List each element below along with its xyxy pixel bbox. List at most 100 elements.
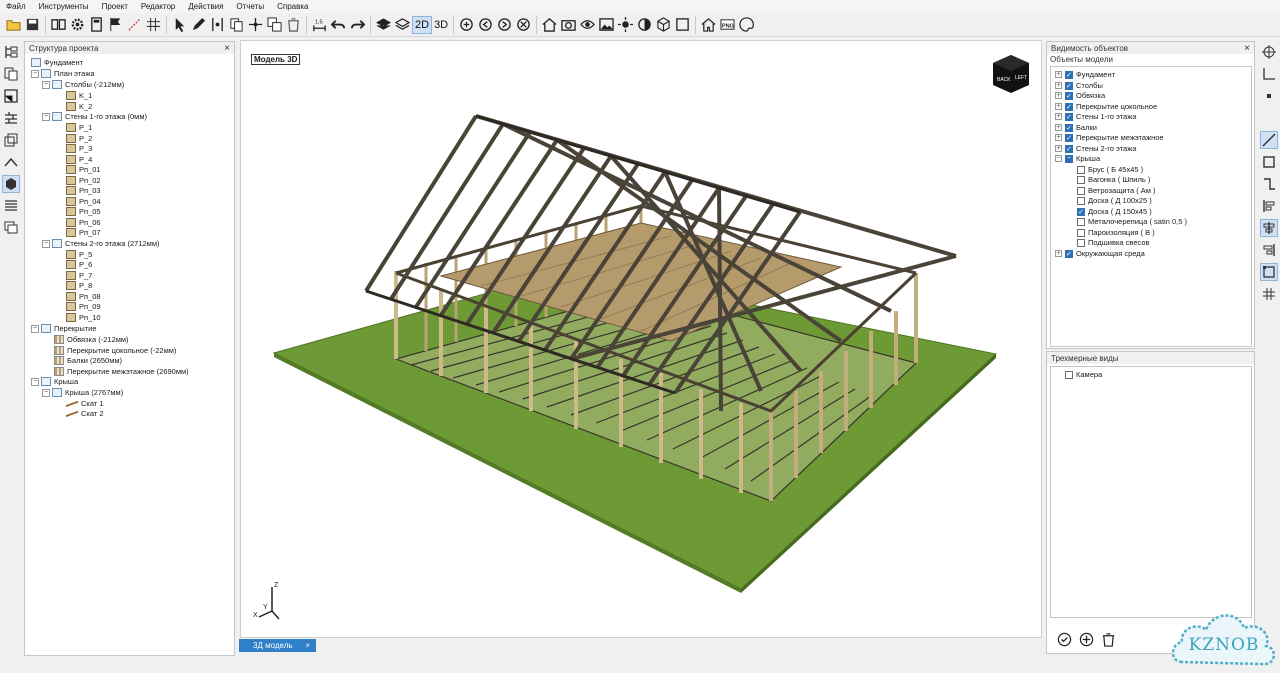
structure-tree-icon[interactable] [2, 43, 20, 61]
objects-icon[interactable] [2, 131, 20, 149]
checkbox-checked[interactable]: ✓ [1065, 102, 1073, 111]
checkbox-unchecked[interactable] [1077, 217, 1085, 226]
expand-icon[interactable]: + [1055, 82, 1062, 89]
expand-icon[interactable]: + [1055, 124, 1062, 131]
frame-icon[interactable] [673, 16, 691, 34]
tab-3d-model[interactable]: 3Д модель × [239, 639, 316, 652]
eye-icon[interactable] [578, 16, 596, 34]
visibility-item[interactable]: + ✓ Стены 1-го этажа [1055, 111, 1136, 122]
expand-icon[interactable]: + [1055, 92, 1062, 99]
tree-item[interactable]: Pп_07 [66, 227, 101, 238]
book-icon[interactable] [49, 16, 67, 34]
move-arrows-icon[interactable] [246, 16, 264, 34]
layers-icon[interactable] [374, 16, 392, 34]
dimension-icon[interactable]: 1,5 [310, 16, 328, 34]
checkbox-checked[interactable]: ✓ [1065, 112, 1073, 121]
checkbox-checked[interactable]: ✓ [1065, 70, 1073, 79]
collapse-icon[interactable]: − [31, 324, 39, 333]
contrast-icon[interactable] [635, 16, 653, 34]
align-left-icon[interactable] [1260, 197, 1278, 215]
tree-item[interactable]: Балки (2650мм) [54, 355, 122, 366]
collapse-icon[interactable]: − [31, 69, 39, 78]
tree-item[interactable]: K_1 [66, 90, 92, 101]
pencil-icon[interactable] [189, 16, 207, 34]
crosshair-circle-icon[interactable] [1260, 43, 1278, 61]
align-center-icon[interactable] [1260, 219, 1278, 237]
tree-item[interactable]: P_3 [66, 143, 92, 154]
visibility-item[interactable]: Доска ( Д 100х25 ) [1077, 195, 1152, 206]
visibility-item[interactable]: + ✓ Перекрытие межэтажное [1055, 132, 1164, 143]
arrow-right-circle-icon[interactable] [495, 16, 513, 34]
close-circle-icon[interactable] [514, 16, 532, 34]
delete-trash-icon[interactable] [284, 16, 302, 34]
calculator-icon[interactable] [87, 16, 105, 34]
close-icon[interactable]: × [1244, 43, 1250, 54]
duplicate-icon[interactable] [265, 16, 283, 34]
collapse-icon[interactable]: − [42, 388, 50, 397]
tree-item[interactable]: Скат 2 [66, 408, 104, 419]
checkbox-unchecked[interactable] [1077, 228, 1085, 237]
brick-wall-icon[interactable] [2, 109, 20, 127]
flag-icon[interactable] [106, 16, 124, 34]
tree-item[interactable]: − Стены 1-го этажа (0мм) [42, 111, 147, 122]
viewport-3d[interactable]: BACK LEFT Z X Y [240, 40, 1042, 638]
expand-icon[interactable]: + [1055, 71, 1062, 78]
floor-plan-icon[interactable] [2, 87, 20, 105]
collapse-icon[interactable]: − [1055, 155, 1062, 162]
visibility-item[interactable]: + ✓ Окружающая среда [1055, 248, 1145, 259]
tree-item[interactable]: − Крыша [31, 376, 78, 387]
tree-item[interactable]: − Крыша (2767мм) [42, 387, 123, 398]
expand-icon[interactable]: + [1055, 145, 1062, 152]
visibility-item[interactable]: Подшивка свесов [1077, 237, 1149, 248]
collapse-icon[interactable]: − [42, 112, 50, 121]
corner-axis-icon[interactable] [1260, 65, 1278, 83]
redo-icon[interactable] [348, 16, 366, 34]
tree-item[interactable]: − План этажа [31, 68, 95, 79]
menu-project[interactable]: Проект [102, 2, 128, 11]
zoom-in-icon[interactable] [457, 16, 475, 34]
windows-icon[interactable] [2, 219, 20, 237]
cube-icon[interactable] [654, 16, 672, 34]
tree-item[interactable]: Pп_05 [66, 206, 101, 217]
checkbox-checked[interactable]: ✓ [1065, 123, 1073, 132]
settings-gear-icon[interactable] [68, 16, 86, 34]
tree-item[interactable]: Обвязка (-212мм) [54, 334, 129, 345]
close-icon[interactable]: × [224, 43, 230, 54]
save-icon[interactable] [23, 16, 41, 34]
menu-help[interactable]: Справка [277, 2, 308, 11]
checkbox-unchecked[interactable] [1077, 186, 1085, 195]
visibility-item[interactable]: + ✓ Фундамент [1055, 69, 1115, 80]
checkbox-unchecked[interactable] [1077, 196, 1085, 205]
menu-editor[interactable]: Редактор [141, 2, 175, 11]
apply-check-icon[interactable] [1055, 630, 1073, 648]
mode-3d-button[interactable]: 3D [432, 16, 450, 34]
step-line-icon[interactable] [1260, 175, 1278, 193]
3d-cube-icon[interactable] [2, 175, 20, 193]
rectangle-tool-icon[interactable] [1260, 153, 1278, 171]
expand-icon[interactable]: + [1055, 113, 1062, 120]
frame-house-model[interactable]: BACK LEFT Z X Y [241, 41, 1041, 637]
visibility-item[interactable]: Вагонка ( Шпиль ) [1077, 174, 1150, 185]
collapse-icon[interactable]: − [31, 377, 39, 386]
list-icon[interactable] [2, 197, 20, 215]
checkbox-unchecked[interactable] [1077, 238, 1085, 247]
grid-icon[interactable] [144, 16, 162, 34]
checkbox-checked[interactable]: ✓ [1065, 249, 1073, 258]
tree-item[interactable]: Pп_03 [66, 185, 101, 196]
layers-outline-icon[interactable] [393, 16, 411, 34]
add-view-icon[interactable] [1077, 630, 1095, 648]
tree-item[interactable]: Pп_10 [66, 312, 101, 323]
view-item[interactable]: Камера [1065, 369, 1102, 380]
checkbox-unchecked[interactable] [1077, 165, 1085, 174]
tree-item[interactable]: Pп_09 [66, 301, 101, 312]
align-right-icon[interactable] [1260, 241, 1278, 259]
grid-snap-icon[interactable] [1260, 285, 1278, 303]
menu-actions[interactable]: Действия [188, 2, 223, 11]
point-icon[interactable] [1260, 87, 1278, 105]
visibility-item[interactable]: + ✓ Обвязка [1055, 90, 1105, 101]
collapse-icon[interactable]: − [42, 80, 50, 89]
sun-icon[interactable] [616, 16, 634, 34]
checkbox-checked[interactable]: ✓ [1065, 133, 1073, 142]
checkbox-checked[interactable]: ✓ [1065, 81, 1073, 90]
undo-icon[interactable] [329, 16, 347, 34]
